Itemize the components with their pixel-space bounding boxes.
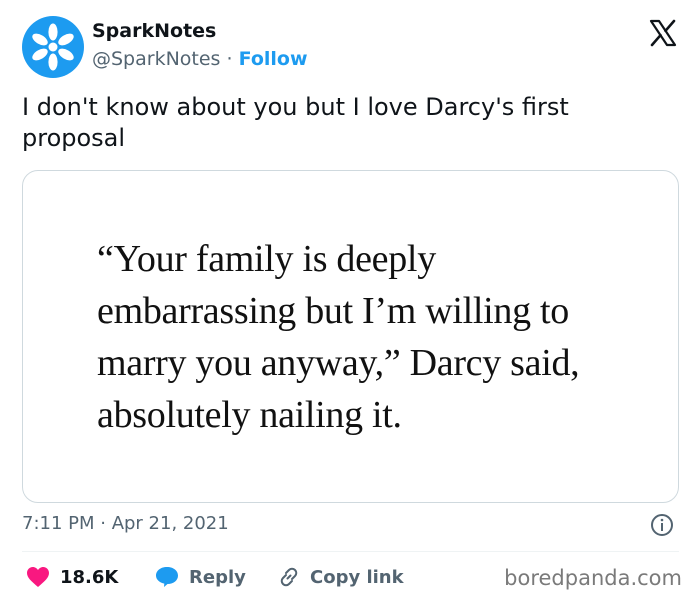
tweet-card: SparkNotes @SparkNotes · Follow I don't … [0,0,700,605]
x-logo-icon[interactable] [648,18,678,48]
author-handle-row: @SparkNotes · Follow [92,48,308,70]
tweet-media-card[interactable]: “Your family is deeply embarrassing but … [22,170,679,503]
like-count: 18.6K [60,566,119,588]
copy-link-button[interactable]: Copy link [278,566,404,588]
tweet-timestamp[interactable]: 7:11 PM · Apr 21, 2021 [22,513,229,534]
author-handle[interactable]: @SparkNotes [92,48,220,70]
copy-link-label: Copy link [310,566,404,588]
author-name[interactable]: SparkNotes [92,20,216,42]
divider [22,551,679,552]
heart-icon [27,567,49,587]
separator-dot: · [226,48,233,70]
avatar[interactable] [22,16,84,78]
reply-button[interactable]: Reply [155,566,246,588]
info-icon[interactable] [650,513,674,537]
link-icon [280,567,298,587]
reply-label: Reply [189,566,246,588]
sparknotes-logo-icon [32,23,74,71]
tweet-text: I don't know about you but I love Darcy'… [22,93,569,152]
like-button[interactable]: 18.6K [26,566,118,588]
follow-button[interactable]: Follow [239,48,308,70]
quote-text: “Your family is deeply embarrassing but … [97,238,580,436]
reply-bubble-icon [156,567,178,587]
watermark: boredpanda.com [504,566,682,590]
